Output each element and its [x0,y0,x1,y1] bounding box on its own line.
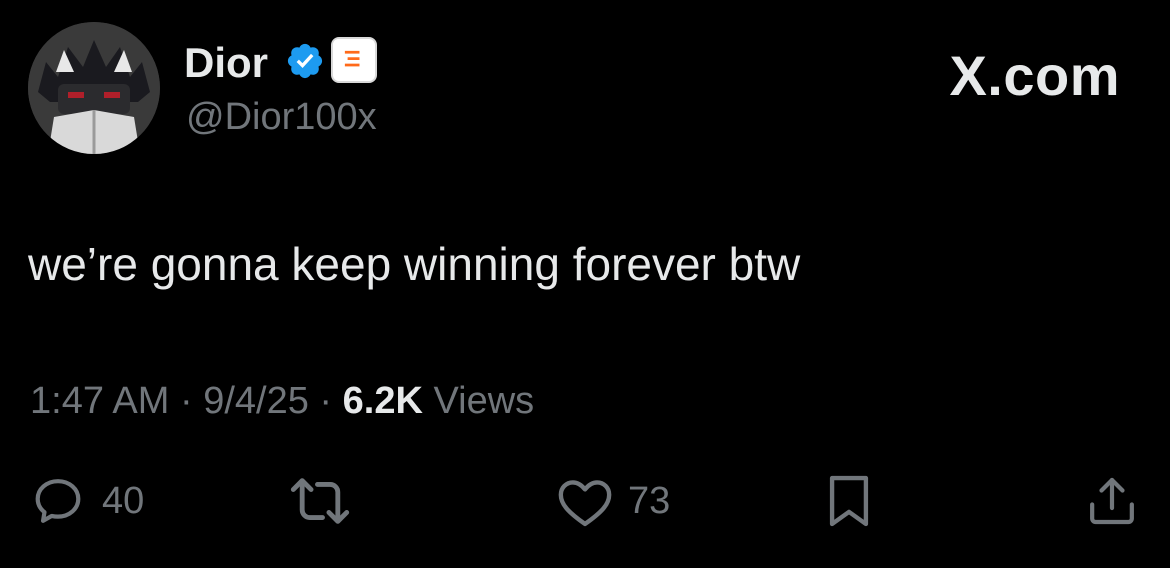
share-button[interactable] [1084,473,1140,529]
tweet-meta: 1:47 AM · 9/4/25 · 6.2K Views [30,379,534,423]
bookmark-icon [829,475,869,527]
reply-button[interactable]: 40 [28,473,144,529]
views-count: 6.2K [342,380,423,422]
tweet-text: we’re gonna keep winning forever btw [28,238,801,290]
like-count: 73 [628,480,671,522]
author-handle[interactable]: @Dior100x [186,95,377,139]
tweet-date[interactable]: 9/4/25 [203,380,309,422]
reply-count: 40 [102,480,145,522]
bookmark-button[interactable] [824,473,874,529]
share-icon [1090,477,1134,525]
meta-separator: · [179,380,193,422]
repost-icon [290,478,350,524]
like-icon [558,480,612,527]
reply-icon [35,479,81,523]
x-com-watermark: X.com [949,44,1120,107]
verified-badge-icon [287,43,323,79]
like-button[interactable]: 73 [556,473,670,529]
author-name[interactable]: Dior [184,40,268,86]
avatar[interactable] [28,22,160,154]
affiliate-badge-icon[interactable] [331,37,377,83]
repost-button[interactable] [286,473,354,529]
tweet-time[interactable]: 1:47 AM [30,380,169,422]
meta-separator: · [319,380,333,422]
views-label: Views [433,380,535,422]
